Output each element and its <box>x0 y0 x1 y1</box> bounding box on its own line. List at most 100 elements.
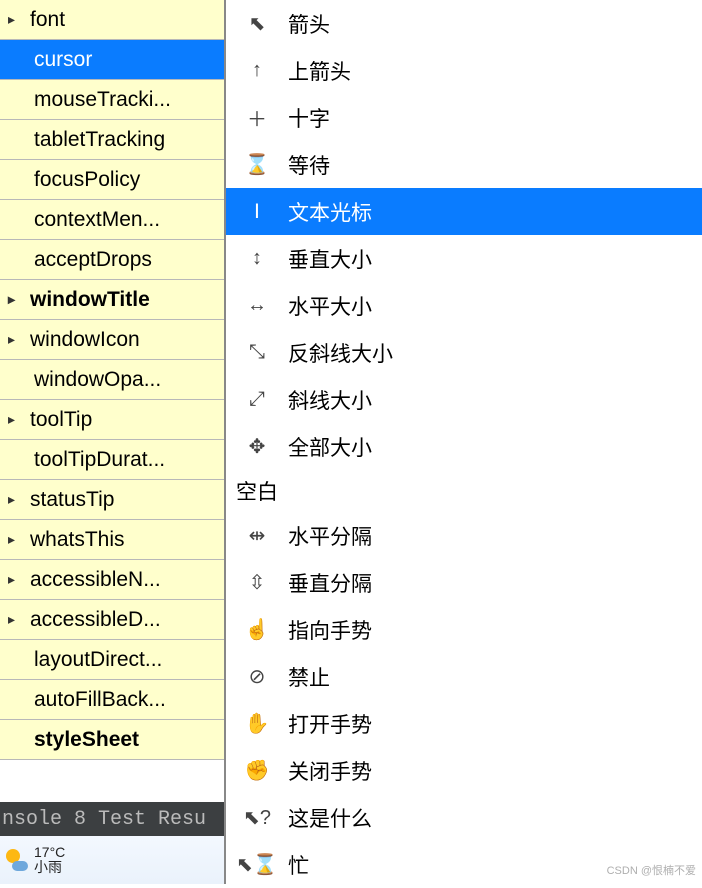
cursor-option[interactable]: Ⅰ 文本光标 <box>226 188 702 235</box>
property-list: ▸fontcursormouseTracki...tabletTrackingf… <box>0 0 224 802</box>
property-label: toolTip <box>30 408 224 432</box>
expand-arrow-icon: ▸ <box>8 571 30 588</box>
property-row[interactable]: cursor <box>0 40 224 80</box>
cursor-option[interactable]: ↕ 垂直大小 <box>226 235 702 282</box>
property-label: autoFillBack... <box>34 688 224 712</box>
property-row[interactable]: toolTipDurat... <box>0 440 224 480</box>
property-row[interactable]: ▸accessibleD... <box>0 600 224 640</box>
property-row[interactable]: ▸font <box>0 0 224 40</box>
weather-temp: 17°C <box>34 845 65 860</box>
cursor-option-label: 水平大小 <box>288 291 372 321</box>
property-row[interactable]: layoutDirect... <box>0 640 224 680</box>
cursor-option-label: 水平分隔 <box>288 521 372 551</box>
cursor-option[interactable]: ⤢ 斜线大小 <box>226 376 702 423</box>
property-label: focusPolicy <box>34 168 224 192</box>
cursor-option[interactable]: ⬉? 这是什么 <box>226 794 702 841</box>
cursor-icon: ⬉? <box>244 805 270 830</box>
cursor-icon: ⇹ <box>244 523 270 548</box>
cursor-option[interactable]: ⤡ 反斜线大小 <box>226 329 702 376</box>
property-label: tabletTracking <box>34 128 224 152</box>
cursor-option[interactable]: ＋ 十字 <box>226 94 702 141</box>
expand-arrow-icon: ▸ <box>8 11 30 28</box>
cursor-icon: ⬉ <box>244 11 270 36</box>
cursor-icon: ⤡ <box>244 341 270 364</box>
watermark: CSDN @恨楠不爱 <box>607 862 696 878</box>
cursor-option[interactable]: ↔水平大小 <box>226 282 702 329</box>
cursor-option[interactable]: ↑上箭头 <box>226 47 702 94</box>
property-row[interactable]: focusPolicy <box>0 160 224 200</box>
weather-icon <box>6 849 28 871</box>
cursor-option-label: 打开手势 <box>288 709 372 739</box>
console-tab-bar[interactable]: nsole 8 Test Resu <box>0 802 224 836</box>
property-row[interactable]: acceptDrops <box>0 240 224 280</box>
expand-arrow-icon: ▸ <box>8 611 30 628</box>
cursor-option-label: 这是什么 <box>288 803 372 833</box>
property-label: windowOpa... <box>34 368 224 392</box>
cursor-option[interactable]: ⇳ 垂直分隔 <box>226 559 702 606</box>
property-label: toolTipDurat... <box>34 448 224 472</box>
expand-arrow-icon: ▸ <box>8 331 30 348</box>
cursor-option[interactable]: ☝指向手势 <box>226 606 702 653</box>
property-row[interactable]: contextMen... <box>0 200 224 240</box>
cursor-icon: ＋ <box>244 103 270 132</box>
cursor-icon: ↕ <box>244 247 270 270</box>
cursor-option-label: 十字 <box>288 103 330 133</box>
property-label: windowIcon <box>30 328 224 352</box>
property-row[interactable]: ▸windowIcon <box>0 320 224 360</box>
cursor-option[interactable]: ✊关闭手势 <box>226 747 702 794</box>
property-label: contextMen... <box>34 208 224 232</box>
cursor-option[interactable]: ⌛ 等待 <box>226 141 702 188</box>
cursor-section-header: 空白 <box>226 470 702 512</box>
cursor-option-label: 禁止 <box>288 662 330 692</box>
cursor-option-label: 垂直大小 <box>288 244 372 274</box>
cursor-option-label: 箭头 <box>288 9 330 39</box>
property-label: windowTitle <box>30 288 224 312</box>
property-label: statusTip <box>30 488 224 512</box>
taskbar-weather[interactable]: 17°C 小雨 <box>0 836 224 884</box>
cursor-option-label: 文本光标 <box>288 197 372 227</box>
cursor-option-label: 反斜线大小 <box>288 338 393 368</box>
console-label: nsole 8 Test Resu <box>2 808 206 831</box>
property-row[interactable]: ▸statusTip <box>0 480 224 520</box>
cursor-icon: Ⅰ <box>244 199 270 224</box>
cursor-icon: ✋ <box>244 711 270 736</box>
property-label: font <box>30 8 224 32</box>
cursor-icon: ↑ <box>244 59 270 82</box>
cursor-icon: ⌛ <box>244 152 270 177</box>
cursor-dropdown-menu: ⬉ 箭头 ↑上箭头 ＋ 十字 ⌛ 等待 Ⅰ 文本光标 ↕ 垂直大小 ↔水平大小 ⤡ 反斜线大小 ⤢ 斜线大小 ✥… <box>225 0 702 884</box>
cursor-option[interactable]: ⊘禁止 <box>226 653 702 700</box>
cursor-icon: ⬉⌛ <box>244 852 270 877</box>
property-row[interactable]: ▸accessibleN... <box>0 560 224 600</box>
property-label: layoutDirect... <box>34 648 224 672</box>
cursor-icon: ⤢ <box>244 388 270 411</box>
cursor-option-label: 等待 <box>288 150 330 180</box>
cursor-icon: ⇳ <box>244 570 270 595</box>
cursor-option[interactable]: ✋ 打开手势 <box>226 700 702 747</box>
cursor-option[interactable]: ⇹ 水平分隔 <box>226 512 702 559</box>
cursor-option[interactable]: ⬉ 箭头 <box>226 0 702 47</box>
property-row[interactable]: autoFillBack... <box>0 680 224 720</box>
cursor-option[interactable]: ✥全部大小 <box>226 423 702 470</box>
property-row[interactable]: windowOpa... <box>0 360 224 400</box>
weather-desc: 小雨 <box>34 860 65 875</box>
property-row[interactable]: ▸whatsThis <box>0 520 224 560</box>
property-row[interactable]: styleSheet <box>0 720 224 760</box>
cursor-option-label: 全部大小 <box>288 432 372 462</box>
weather-text: 17°C 小雨 <box>34 845 65 876</box>
property-row[interactable]: ▸toolTip <box>0 400 224 440</box>
property-label: styleSheet <box>34 728 224 752</box>
expand-arrow-icon: ▸ <box>8 531 30 548</box>
property-label: accessibleD... <box>30 608 224 632</box>
property-row[interactable]: ▸windowTitle <box>0 280 224 320</box>
property-row[interactable]: tabletTracking <box>0 120 224 160</box>
property-label: cursor <box>34 48 224 72</box>
cursor-option-label: 垂直分隔 <box>288 568 372 598</box>
property-label: acceptDrops <box>34 248 224 272</box>
property-panel: ▸fontcursormouseTracki...tabletTrackingf… <box>0 0 225 884</box>
cursor-option-label: 指向手势 <box>288 615 372 645</box>
cursor-option-label: 斜线大小 <box>288 385 372 415</box>
property-label: whatsThis <box>30 528 224 552</box>
expand-arrow-icon: ▸ <box>8 411 30 428</box>
property-label: accessibleN... <box>30 568 224 592</box>
property-row[interactable]: mouseTracki... <box>0 80 224 120</box>
